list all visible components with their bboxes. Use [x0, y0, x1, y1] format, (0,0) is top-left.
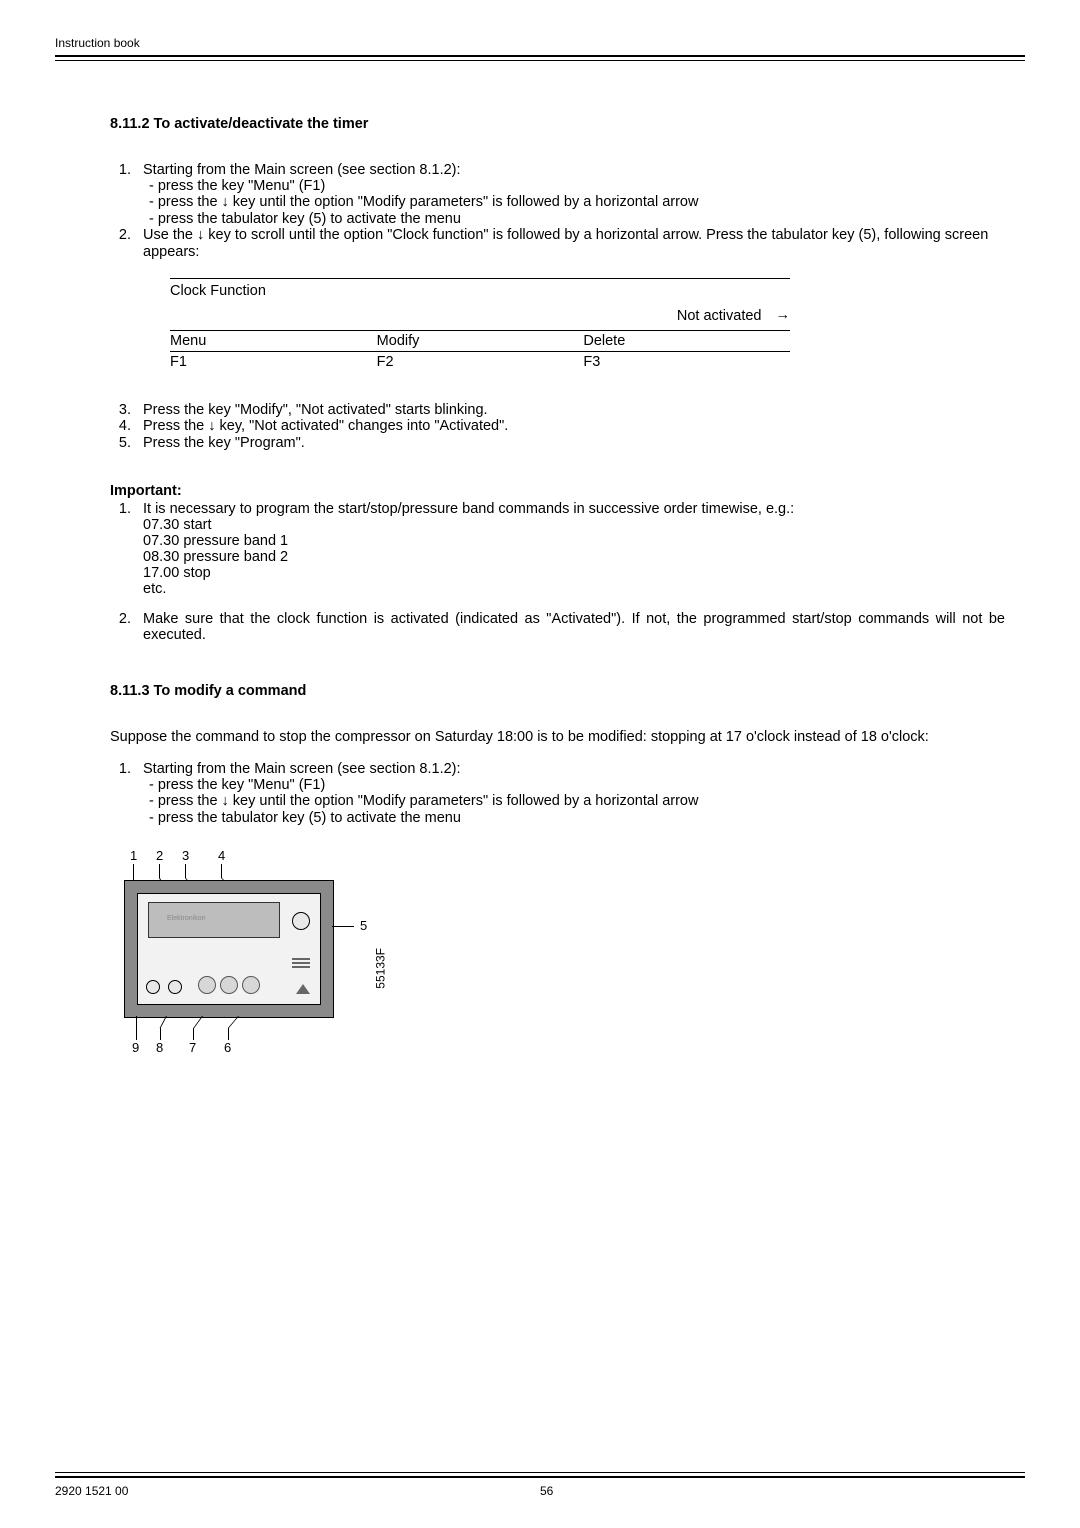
brand-text: Elektronikon [167, 915, 206, 922]
arrow-right-icon: → [776, 307, 791, 324]
callout-9: 9 [132, 1040, 139, 1055]
steps-8-11-2: Starting from the Main screen (see secti… [110, 162, 1005, 260]
menu-lines-icon [292, 956, 310, 970]
callout-5: 5 [360, 918, 367, 933]
important-list: It is necessary to program the start/sto… [110, 501, 1005, 643]
clock-function-screen: Clock Function Not activated → Menu Modi… [170, 278, 790, 372]
list-item: press the tabulator key (5) to activate … [163, 810, 1005, 826]
section-title-8-11-3: 8.11.3 To modify a command [110, 683, 1005, 699]
screen-status: Not activated [677, 308, 762, 324]
list-item: Press the key "Program". [135, 435, 1005, 451]
screen-cell: F1 [170, 354, 377, 370]
step-text: Starting from the Main screen (see secti… [143, 162, 461, 178]
section-intro: Suppose the command to stop the compress… [110, 729, 1005, 745]
screen-cell: Menu [170, 333, 377, 349]
figure-number: 55133F [374, 948, 388, 989]
callout-3: 3 [182, 848, 189, 863]
list-item: Use the ↓ key to scroll until the option… [135, 227, 1005, 260]
triangle-icon [296, 984, 310, 994]
fkey-icon [220, 976, 238, 994]
footer-docnum: 2920 1521 00 [55, 1484, 540, 1498]
fkey-icon [242, 976, 260, 994]
section-title-8-11-2: 8.11.2 To activate/deactivate the timer [110, 116, 1005, 132]
list-item: press the key "Menu" (F1) [163, 178, 1005, 194]
screen-cell: Modify [377, 333, 584, 349]
screen-cell: F2 [377, 354, 584, 370]
callout-1: 1 [130, 848, 137, 863]
steps-8-11-3: Starting from the Main screen (see secti… [110, 761, 1005, 826]
steps-8-11-2-cont: Press the key "Modify", "Not activated" … [110, 402, 1005, 451]
down-arrow-icon: ↓ [208, 418, 215, 434]
fkey-icon [198, 976, 216, 994]
list-item: press the ↓ key until the option "Modify… [163, 793, 1005, 810]
screen-title: Clock Function [170, 283, 266, 299]
list-item: press the ↓ key until the option "Modify… [163, 194, 1005, 211]
list-item: Starting from the Main screen (see secti… [135, 761, 1005, 826]
important-label: Important: [110, 483, 1005, 499]
list-item: Press the ↓ key, "Not activated" changes… [135, 418, 1005, 435]
button-icon [146, 980, 160, 994]
lcd-screen: Elektronikon [148, 902, 280, 938]
callout-8: 8 [156, 1040, 163, 1055]
list-item: press the tabulator key (5) to activate … [163, 211, 1005, 227]
screen-cell: Delete [583, 333, 790, 349]
list-item: Starting from the Main screen (see secti… [135, 162, 1005, 227]
down-arrow-icon: ↓ [222, 793, 229, 809]
callout-6: 6 [224, 1040, 231, 1055]
callout-7: 7 [189, 1040, 196, 1055]
down-arrow-icon: ↓ [222, 194, 229, 210]
control-panel-diagram: 1 2 3 4 Elektronikon [110, 848, 370, 1058]
header-title: Instruction book [55, 36, 140, 50]
list-item: It is necessary to program the start/sto… [135, 501, 1005, 597]
button-icon [168, 980, 182, 994]
list-item: Make sure that the clock function is act… [135, 611, 1005, 643]
footer-pagenum: 56 [540, 1484, 553, 1498]
tab-key-icon [292, 912, 310, 930]
list-item: press the key "Menu" (F1) [163, 777, 1005, 793]
callout-2: 2 [156, 848, 163, 863]
list-item: Press the key "Modify", "Not activated" … [135, 402, 1005, 418]
callout-4: 4 [218, 848, 225, 863]
screen-cell: F3 [583, 354, 790, 370]
